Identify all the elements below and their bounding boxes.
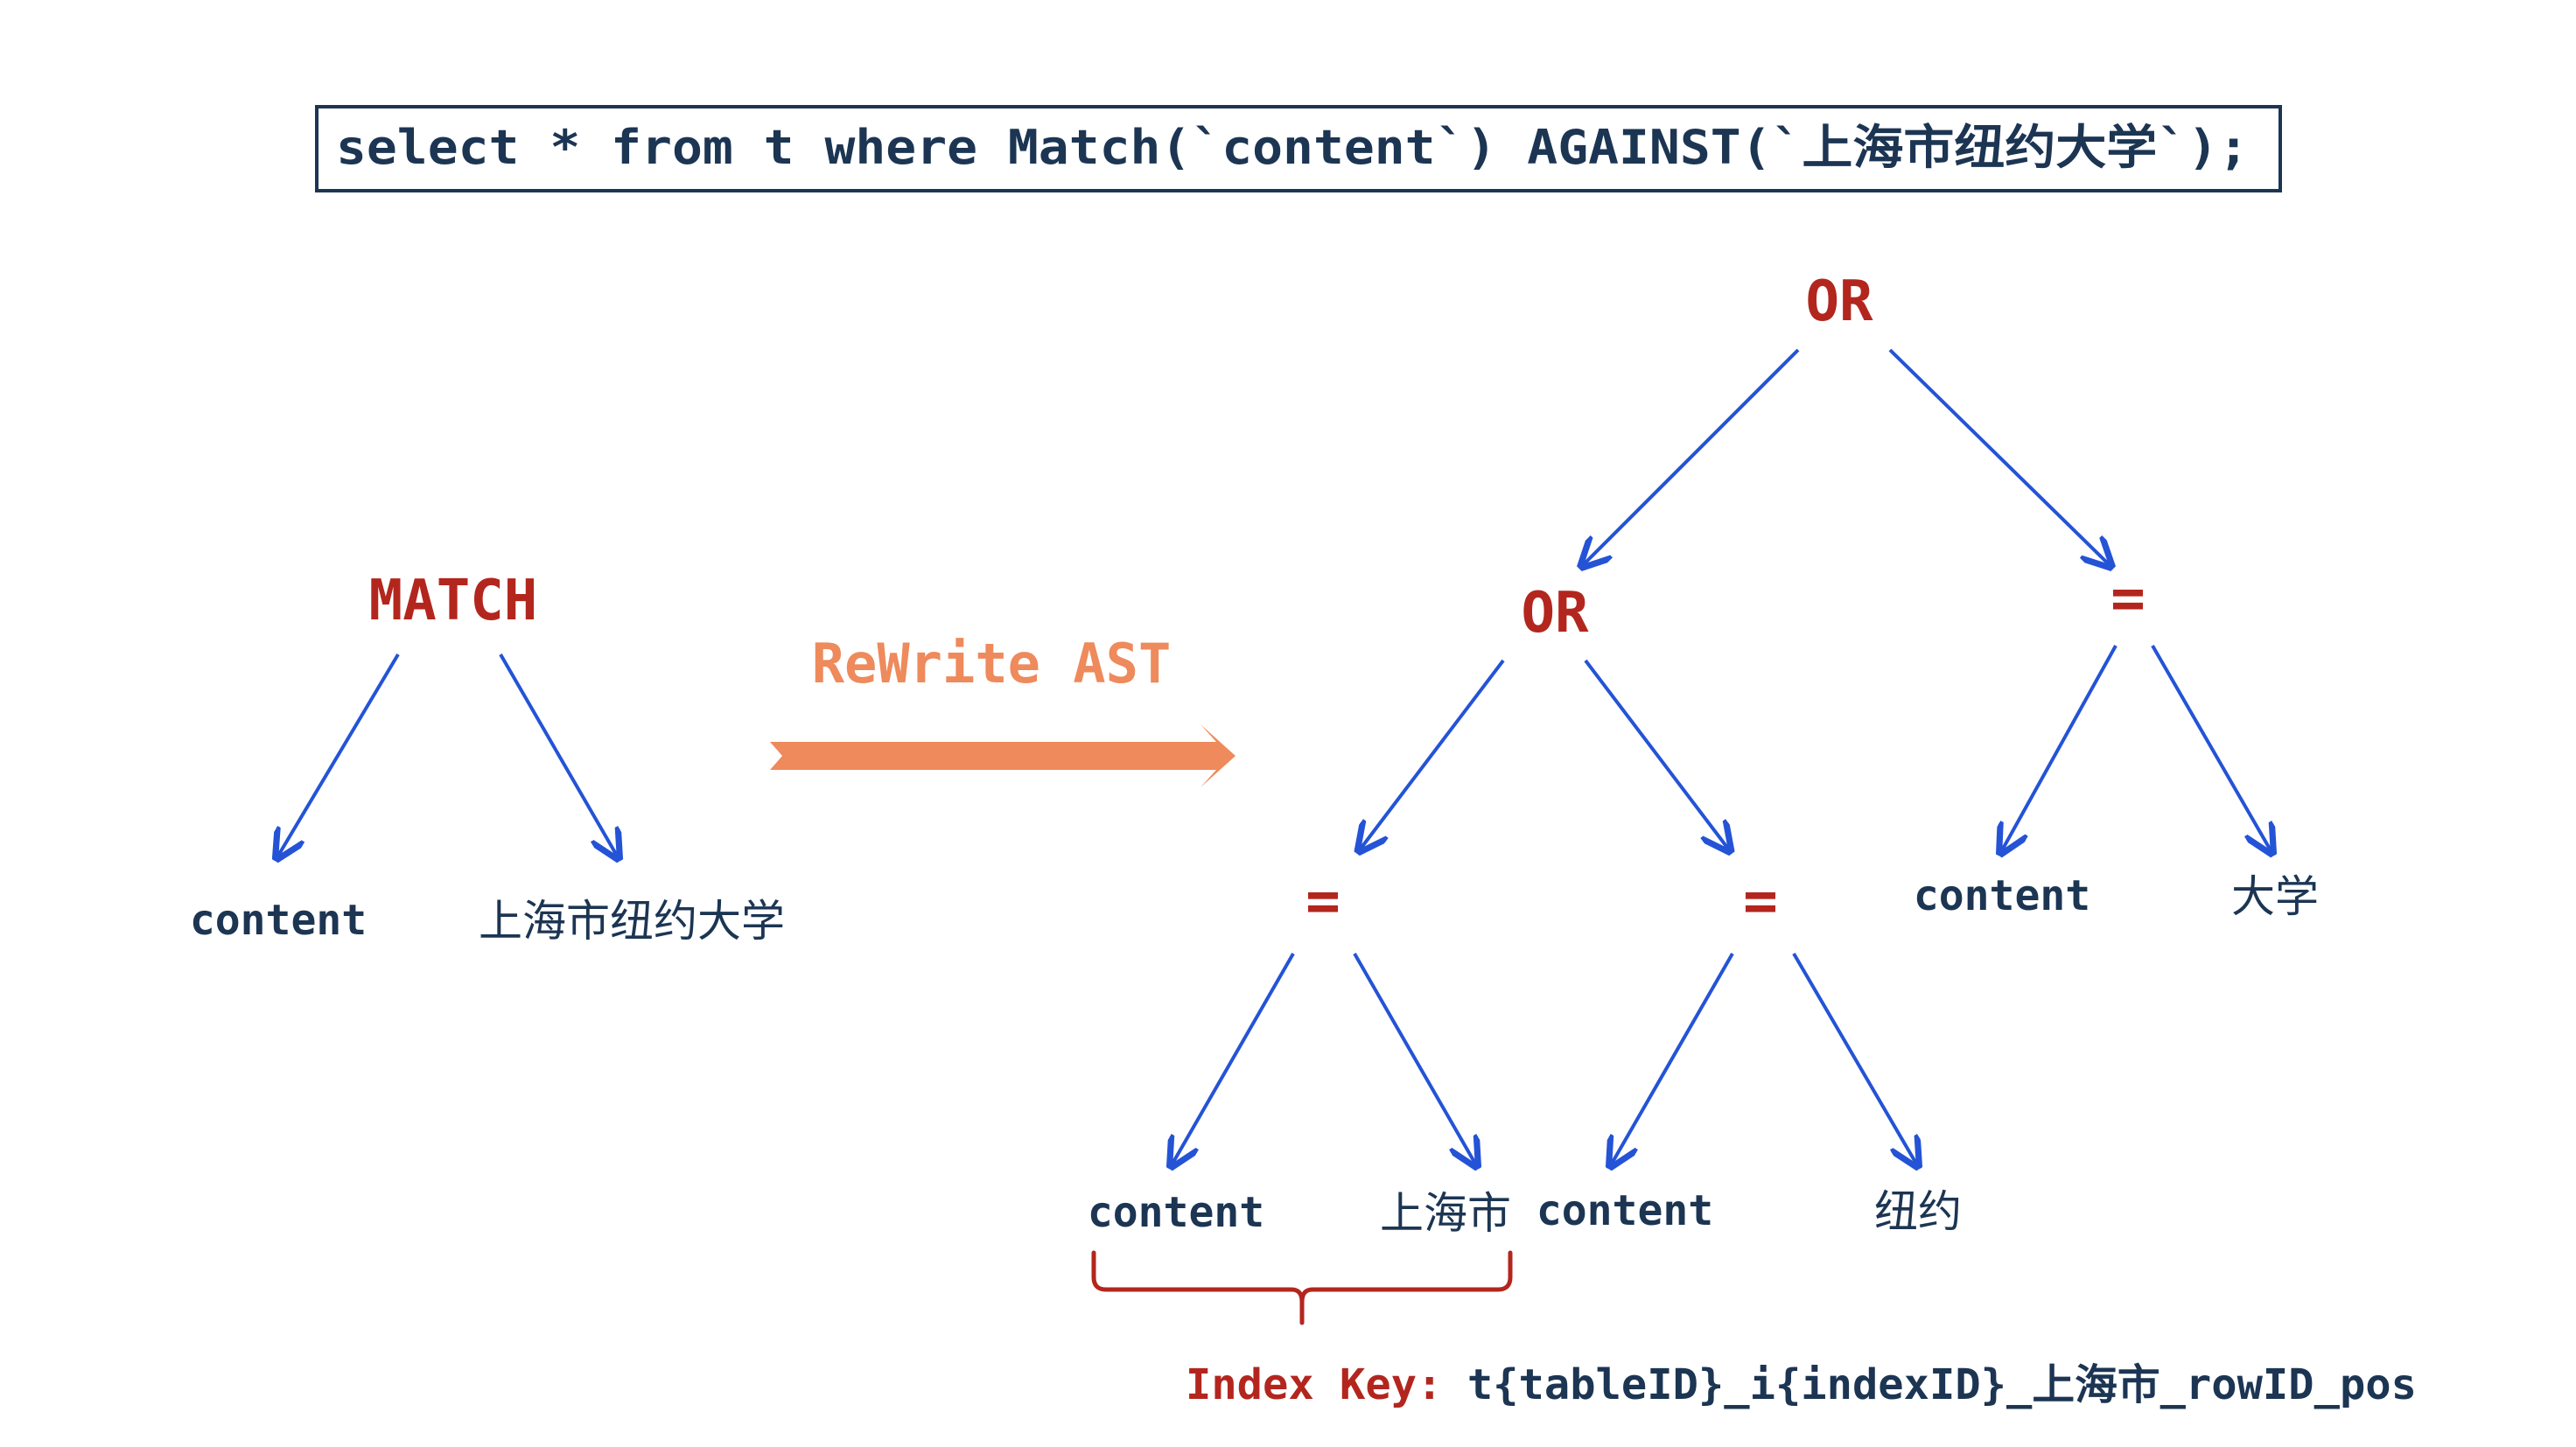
eq-b-node: =: [1743, 867, 1778, 934]
edge-eqa-shanghai: [1353, 953, 1475, 1164]
edge-orinner-eqa: [1361, 659, 1505, 849]
eq-c-node: =: [2110, 564, 2146, 632]
match-node: MATCH: [369, 569, 538, 633]
sql-query: select * from t where Match(`content`) A…: [336, 120, 2249, 175]
eq-a-left-content: content: [1088, 1188, 1264, 1237]
edge-orroot-eqc: [1888, 348, 2109, 564]
index-key-brace: [1091, 1250, 1513, 1325]
eq-a-node: =: [1306, 867, 1340, 934]
index-key-line: Index Key: t{tableID}_i{indexID}_上海市_rowI…: [1186, 1360, 2417, 1409]
edge-match-phrase: [499, 653, 617, 856]
edge-eqa-content: [1172, 953, 1295, 1164]
or-root-node: OR: [1805, 269, 1873, 334]
edge-match-content: [278, 653, 400, 856]
eq-c-left-content: content: [1914, 871, 2090, 920]
index-key-label: Index Key:: [1186, 1360, 1442, 1409]
rewrite-label: ReWrite AST: [812, 632, 1172, 696]
edge-eqc-daxue: [2151, 645, 2271, 850]
match-left-content: content: [190, 896, 367, 945]
rewrite-arrow: [770, 724, 1236, 787]
eq-a-right-shanghai: 上海市: [1380, 1188, 1511, 1239]
edge-orinner-eqb: [1584, 659, 1728, 849]
edge-eqc-content: [2002, 645, 2118, 850]
edge-eqb-niuyue: [1792, 952, 1916, 1164]
index-key-value: t{tableID}_i{indexID}_上海市_rowID_pos: [1467, 1360, 2417, 1409]
edge-orroot-orinner: [1584, 348, 1800, 564]
edge-eqb-content: [1612, 953, 1734, 1164]
or-inner-node: OR: [1521, 581, 1589, 646]
ast-rewrite-diagram: select * from t where Match(`content`) A…: [190, 105, 2417, 1409]
eq-b-right-niuyue: 纽约: [1874, 1186, 1962, 1237]
match-right-phrase: 上海市纽约大学: [479, 896, 785, 947]
eq-b-left-content: content: [1536, 1186, 1713, 1235]
eq-c-right-daxue: 大学: [2231, 871, 2319, 922]
